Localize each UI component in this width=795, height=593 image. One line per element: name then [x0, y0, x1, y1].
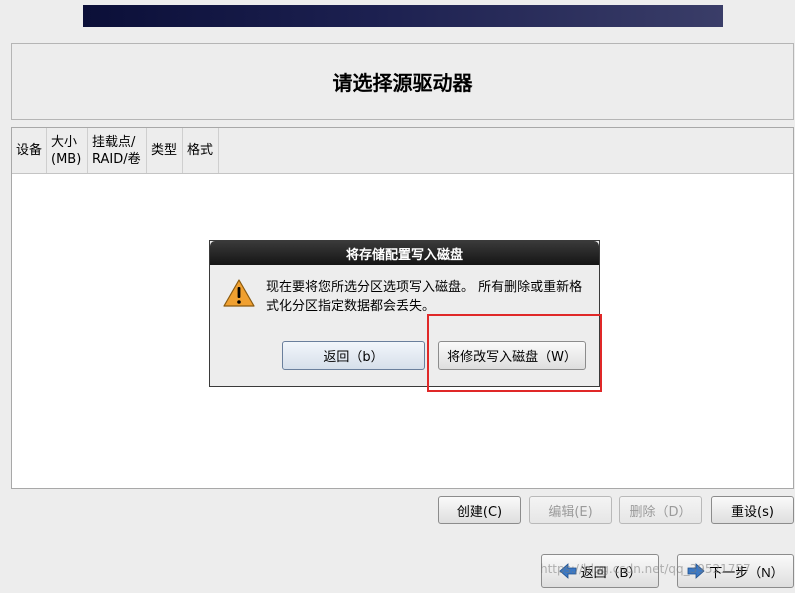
warning-icon — [223, 279, 255, 307]
table-header: 设备 大小 (MB) 挂载点/ RAID/卷 类型 格式 — [12, 128, 793, 174]
page-title: 请选择源驱动器 — [332, 71, 473, 95]
reset-button[interactable]: 重设(s) — [711, 496, 794, 524]
column-type[interactable]: 类型 — [147, 128, 183, 173]
write-to-disk-dialog: 将存储配置写入磁盘 现在要将您所选分区选项写入磁盘。 所有删除或重新格式化分区指… — [209, 240, 600, 387]
dialog-message: 现在要将您所选分区选项写入磁盘。 所有删除或重新格式化分区指定数据都会丢失。 — [266, 280, 583, 314]
column-format[interactable]: 格式 — [183, 128, 219, 173]
edit-button[interactable]: 编辑(E) — [529, 496, 612, 524]
column-size[interactable]: 大小 (MB) — [47, 128, 88, 173]
top-banner — [83, 5, 723, 27]
column-mount-point[interactable]: 挂载点/ RAID/卷 — [88, 128, 147, 173]
dialog-title: 将存储配置写入磁盘 — [210, 241, 599, 265]
create-button[interactable]: 创建(C) — [438, 496, 521, 524]
dialog-back-button[interactable]: 返回（b） — [282, 341, 425, 370]
column-device[interactable]: 设备 — [12, 128, 47, 173]
title-panel: 请选择源驱动器 — [11, 43, 794, 120]
write-changes-button[interactable]: 将修改写入磁盘（W） — [438, 341, 586, 370]
delete-button[interactable]: 删除（D） — [619, 496, 702, 524]
watermark: https://blog.csdn.net/qq_39521757 — [540, 562, 751, 576]
